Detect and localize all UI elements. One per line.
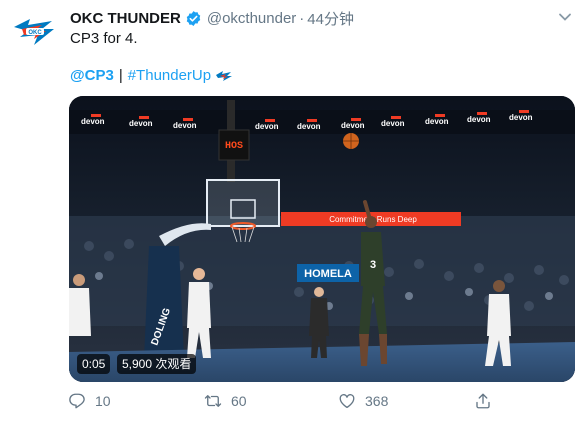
sponsor-devon-1: devon xyxy=(81,117,105,126)
retweet-button[interactable]: 60 xyxy=(204,392,247,410)
heart-icon xyxy=(339,394,355,409)
mention-link[interactable]: @CP3 xyxy=(70,67,114,84)
like-button[interactable]: 368 xyxy=(338,392,388,410)
user-handle[interactable]: @okcthunder xyxy=(207,10,296,27)
share-icon xyxy=(476,393,490,409)
tweet-header: OKC THUNDER @okcthunder · 44分钟 xyxy=(70,8,546,28)
reply-count: 10 xyxy=(95,393,111,409)
verified-badge-icon xyxy=(185,10,202,27)
jersey-number: 3 xyxy=(370,259,376,271)
sponsor-devon-10: devon xyxy=(509,113,533,122)
tag-separator: | xyxy=(118,67,123,84)
thunder-hashflag-icon xyxy=(216,70,233,82)
timestamp[interactable]: 44分钟 xyxy=(307,8,354,29)
shot-clock: HOS xyxy=(225,141,243,152)
chevron-down-icon[interactable] xyxy=(558,10,572,24)
avatar[interactable]: OKC xyxy=(12,10,56,54)
sponsor-devon-4: devon xyxy=(255,122,279,131)
basketball-scene: devon devon devon devon devon devon devo… xyxy=(69,96,575,382)
reply-button[interactable]: 10 xyxy=(68,392,111,410)
display-name[interactable]: OKC THUNDER xyxy=(70,10,181,27)
video-view-count: 5,900 次观看 xyxy=(117,354,197,374)
hashtag-link[interactable]: #ThunderUp xyxy=(128,67,211,84)
reply-icon xyxy=(69,393,85,409)
sponsor-devon-2: devon xyxy=(129,119,153,128)
retweet-icon xyxy=(204,395,222,407)
video-duration: 0:05 xyxy=(77,354,111,374)
sponsor-devon-6: devon xyxy=(341,121,365,130)
retweet-count: 60 xyxy=(231,393,247,409)
tweet-text: CP3 for 4. xyxy=(70,30,138,47)
tweet-tags: @CP3 | #ThunderUp xyxy=(70,67,233,84)
share-button[interactable] xyxy=(474,392,501,410)
sponsor-devon-9: devon xyxy=(467,115,491,124)
sponsor-devon-8: devon xyxy=(425,117,449,126)
video-player[interactable]: devon devon devon devon devon devon devo… xyxy=(69,96,575,382)
svg-text:OKC: OKC xyxy=(28,30,42,36)
separator-dot: · xyxy=(299,9,305,27)
sponsor-devon-7: devon xyxy=(381,119,405,128)
sponsor-devon-5: devon xyxy=(297,122,321,131)
like-count: 368 xyxy=(365,393,389,409)
sponsor-devon-3: devon xyxy=(173,121,197,130)
action-bar: 10 60 368 xyxy=(68,392,508,412)
banner-homela: HOMELA xyxy=(304,268,352,280)
okc-thunder-logo-icon: OKC xyxy=(14,19,54,45)
